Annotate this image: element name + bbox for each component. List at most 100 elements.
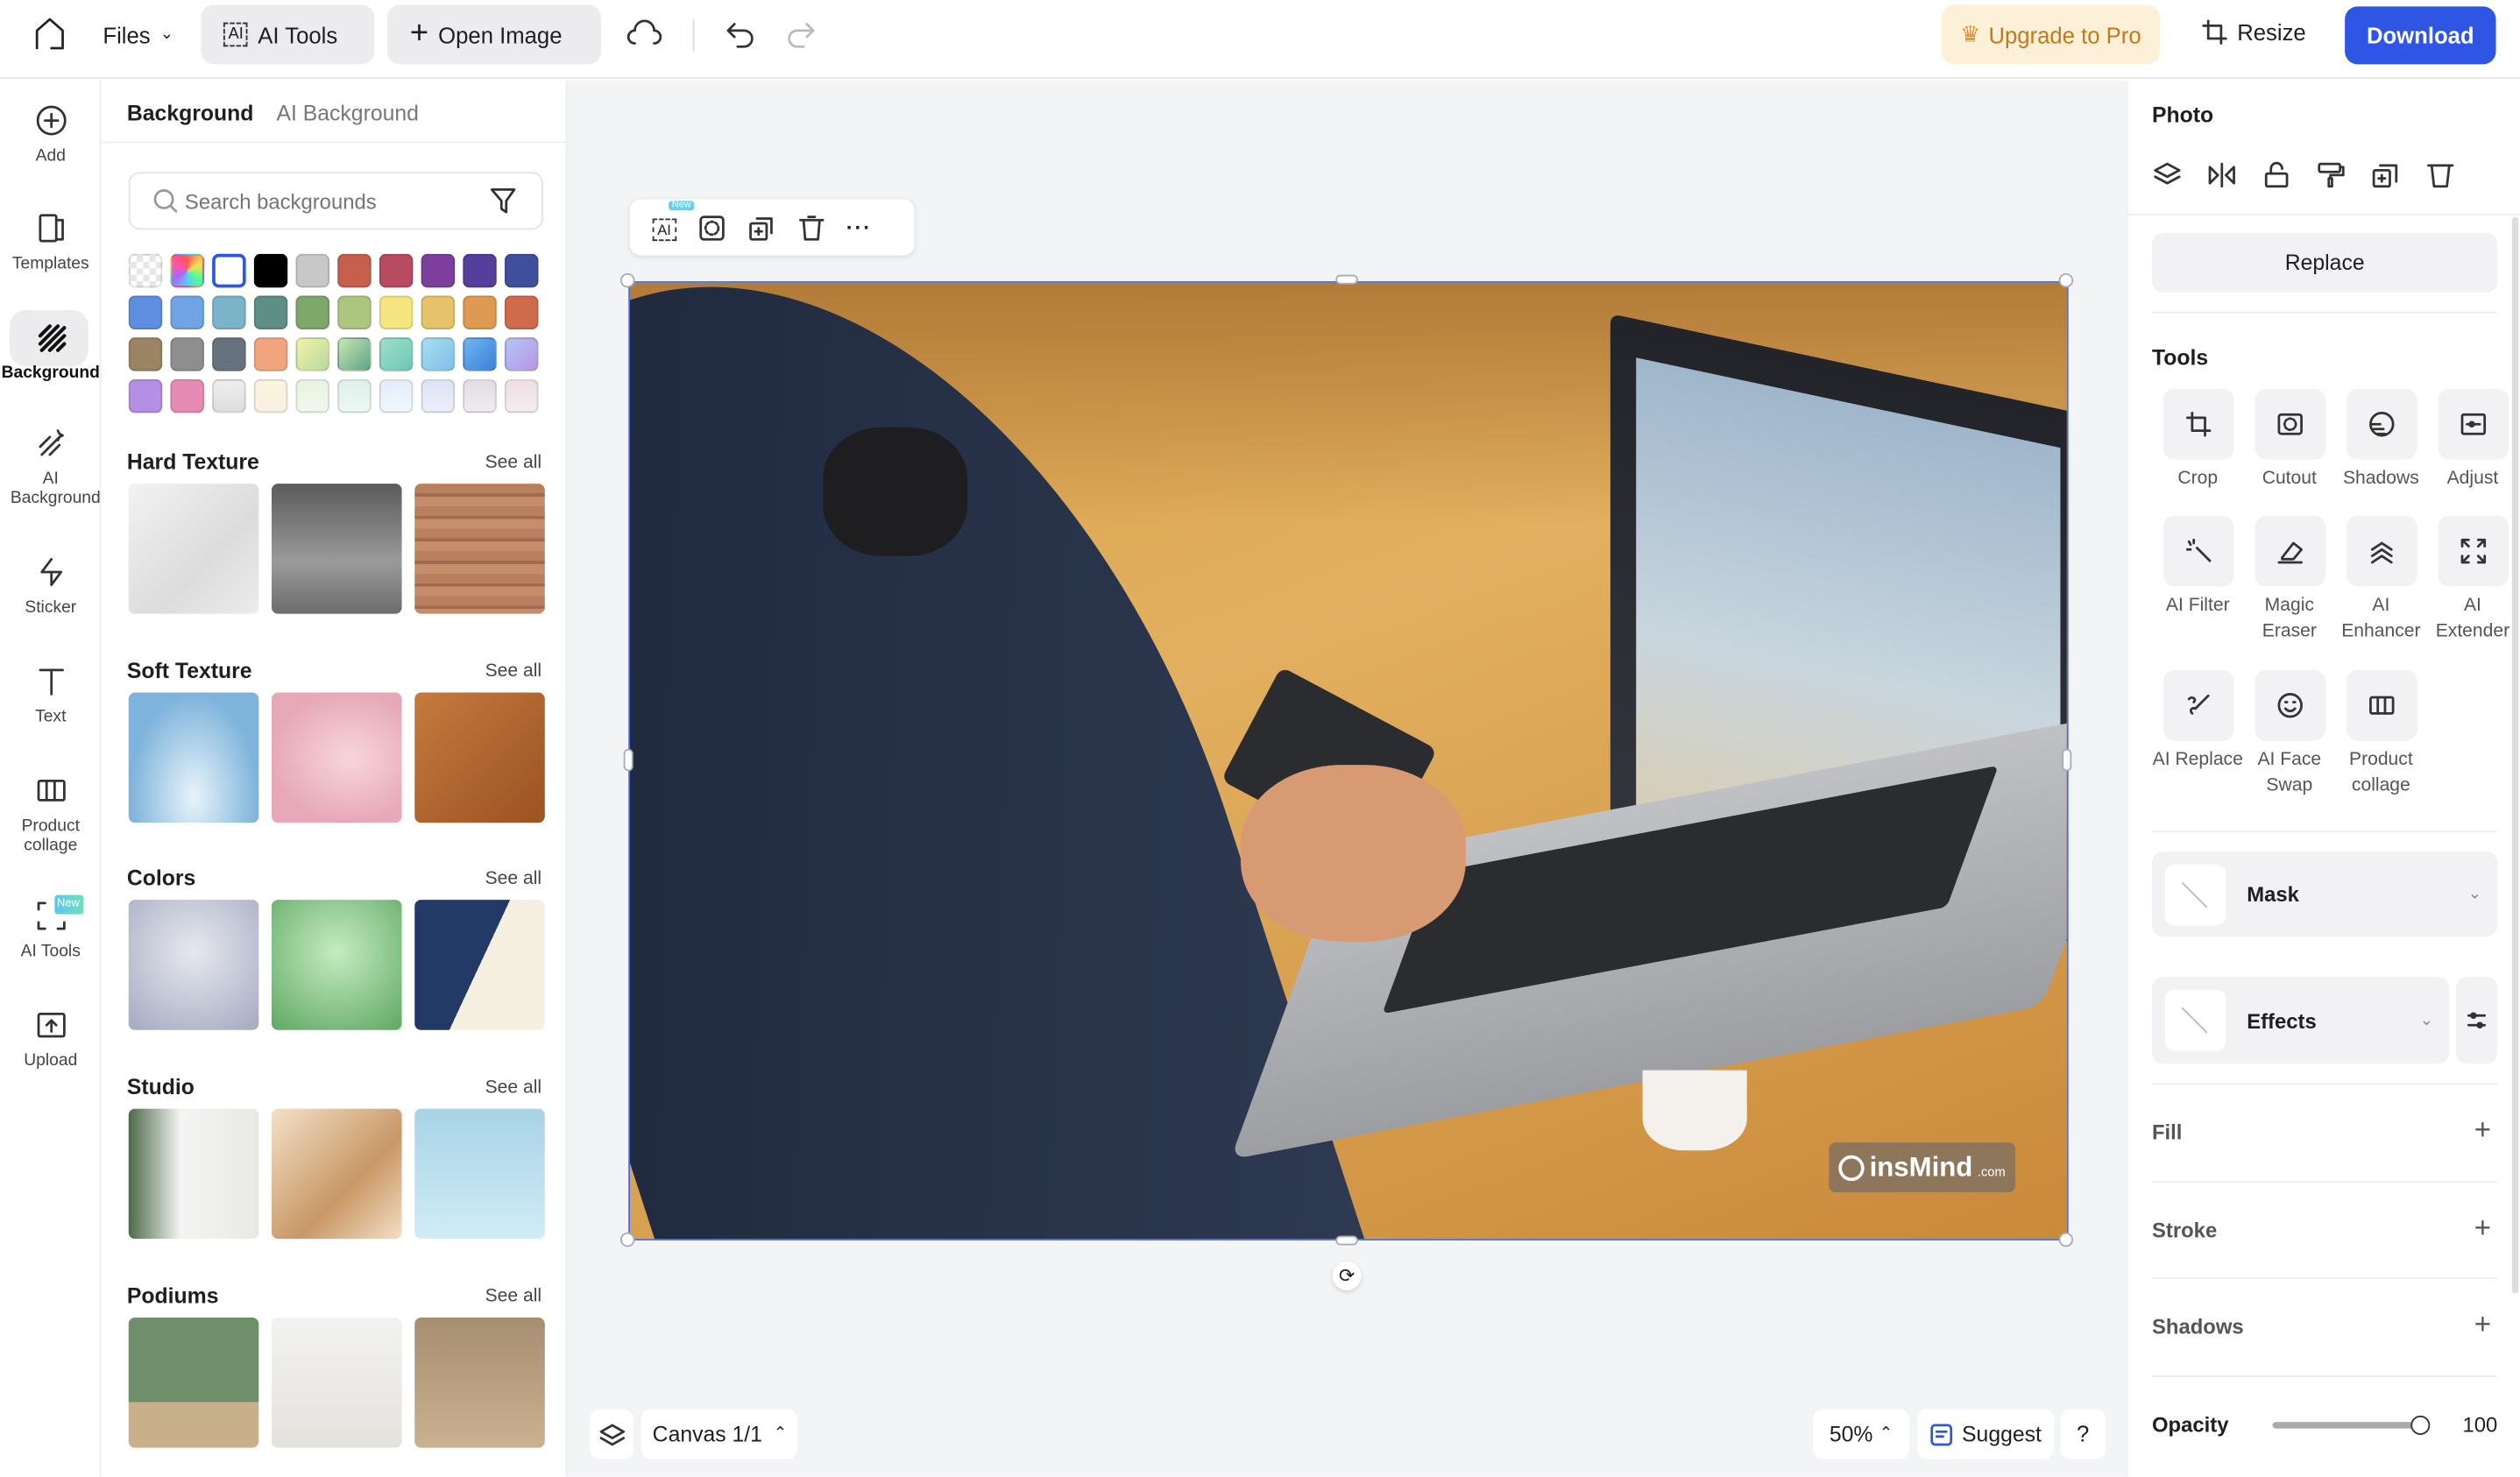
- background-tile[interactable]: [414, 1317, 545, 1448]
- layers-button[interactable]: [590, 1409, 634, 1459]
- background-tile[interactable]: [271, 900, 402, 1031]
- background-tile[interactable]: [414, 691, 545, 823]
- color-swatch[interactable]: [421, 253, 456, 288]
- color-swatch[interactable]: [295, 295, 330, 330]
- tool-ai-filter[interactable]: AI Filter: [2152, 515, 2244, 618]
- plus-icon[interactable]: +: [2474, 1212, 2491, 1246]
- see-all-link[interactable]: See all: [485, 453, 542, 472]
- rail-item-ai-tools[interactable]: New AI Tools: [0, 894, 102, 961]
- color-swatch[interactable]: [253, 295, 288, 330]
- color-swatch[interactable]: [337, 378, 372, 413]
- help-button[interactable]: ?: [2060, 1409, 2106, 1459]
- plus-icon[interactable]: +: [2474, 1308, 2491, 1342]
- cutout-icon[interactable]: [697, 213, 726, 242]
- scrollbar[interactable]: [2511, 216, 2519, 1294]
- color-swatch[interactable]: [128, 253, 163, 288]
- home-icon[interactable]: [32, 16, 67, 51]
- replace-button[interactable]: Replace: [2151, 232, 2498, 293]
- see-all-link[interactable]: See all: [485, 1287, 542, 1306]
- color-swatch[interactable]: [421, 337, 456, 371]
- see-all-link[interactable]: See all: [485, 870, 542, 889]
- background-tile[interactable]: [128, 484, 259, 614]
- open-image-button[interactable]: + Open Image: [387, 4, 601, 65]
- tool-cutout[interactable]: Cutout: [2244, 388, 2336, 491]
- color-swatch[interactable]: [295, 337, 330, 371]
- undo-icon[interactable]: [725, 18, 757, 50]
- color-swatch[interactable]: [212, 253, 246, 288]
- color-swatch[interactable]: [337, 337, 372, 371]
- files-menu[interactable]: Files ⌄: [103, 23, 173, 48]
- trash-icon[interactable]: [796, 213, 825, 242]
- layers-icon[interactable]: [2152, 160, 2183, 189]
- plus-icon[interactable]: +: [2474, 1113, 2491, 1148]
- rail-item-product-collage[interactable]: Product collage: [0, 774, 102, 855]
- redo-icon[interactable]: [784, 18, 817, 50]
- search-box[interactable]: [128, 172, 543, 230]
- selected-photo[interactable]: insMind .com: [628, 280, 2069, 1241]
- color-swatch[interactable]: [379, 253, 414, 288]
- effects-section[interactable]: Effects ⌄: [2151, 977, 2450, 1064]
- filter-icon[interactable]: [490, 187, 516, 216]
- tool-ai-extender[interactable]: AI Extender: [2427, 515, 2519, 645]
- color-swatch[interactable]: [463, 378, 497, 413]
- color-swatch[interactable]: [421, 378, 456, 413]
- background-tile[interactable]: [128, 1317, 259, 1448]
- rail-item-ai-background[interactable]: AI Background: [0, 428, 102, 508]
- flip-icon[interactable]: [2206, 160, 2237, 189]
- background-tile[interactable]: [414, 484, 545, 614]
- rail-item-templates[interactable]: Templates: [0, 212, 102, 273]
- tool-ai-face-swap[interactable]: AI Face Swap: [2244, 669, 2336, 799]
- background-tile[interactable]: [271, 691, 402, 823]
- see-all-link[interactable]: See all: [485, 1078, 542, 1098]
- resize-handle-tr[interactable]: [2058, 272, 2074, 288]
- color-swatch[interactable]: [504, 337, 539, 371]
- resize-handle-tl[interactable]: [620, 272, 635, 288]
- color-swatch[interactable]: [170, 378, 204, 413]
- download-button[interactable]: Download: [2345, 6, 2496, 65]
- suggest-button[interactable]: Suggest: [1917, 1409, 2055, 1459]
- background-tile[interactable]: [128, 900, 259, 1031]
- color-swatch[interactable]: [504, 295, 539, 330]
- opacity-slider[interactable]: [2272, 1415, 2431, 1435]
- background-tile[interactable]: [271, 1317, 402, 1448]
- resize-handle-top[interactable]: [1335, 274, 1358, 285]
- zoom-selector[interactable]: 50% ⌃: [1812, 1409, 1910, 1459]
- color-swatch[interactable]: [421, 295, 456, 330]
- rail-item-add[interactable]: Add: [0, 104, 102, 166]
- color-swatch[interactable]: [170, 295, 204, 330]
- color-swatch[interactable]: [504, 378, 539, 413]
- color-swatch[interactable]: [128, 295, 163, 330]
- rail-item-upload[interactable]: Upload: [0, 1009, 102, 1071]
- color-swatch[interactable]: [337, 253, 372, 288]
- color-swatch[interactable]: [212, 337, 246, 371]
- color-swatch[interactable]: [295, 253, 330, 288]
- tool-crop[interactable]: Crop: [2152, 388, 2244, 491]
- opacity-slider-thumb[interactable]: [2410, 1415, 2431, 1435]
- background-tile[interactable]: [414, 900, 545, 1031]
- see-all-link[interactable]: See all: [485, 661, 542, 681]
- mask-section[interactable]: Mask ⌄: [2151, 852, 2498, 937]
- resize-handle-left[interactable]: [623, 748, 634, 772]
- ai-tools-button[interactable]: AI New: [652, 201, 695, 242]
- rail-item-text[interactable]: Text: [0, 665, 102, 726]
- tool-adjust[interactable]: Adjust: [2427, 388, 2519, 491]
- rail-item-sticker[interactable]: Sticker: [0, 556, 102, 618]
- color-swatch[interactable]: [379, 378, 414, 413]
- shadows-row[interactable]: Shadows +: [2152, 1308, 2497, 1340]
- color-swatch[interactable]: [170, 253, 204, 288]
- background-tile[interactable]: [128, 1108, 259, 1240]
- trash-icon[interactable]: [2425, 160, 2456, 189]
- duplicate-icon[interactable]: [747, 213, 775, 242]
- fill-row[interactable]: Fill +: [2152, 1113, 2497, 1146]
- rail-item-background[interactable]: Background: [0, 322, 102, 383]
- stroke-row[interactable]: Stroke +: [2152, 1212, 2497, 1244]
- cloud-save-icon[interactable]: [626, 18, 662, 50]
- upgrade-button[interactable]: ♛ Upgrade to Pro: [1941, 4, 2161, 65]
- resize-handle-bl[interactable]: [620, 1232, 635, 1247]
- tab-background[interactable]: Background: [127, 102, 253, 126]
- color-swatch[interactable]: [463, 295, 497, 330]
- tool-ai-enhancer[interactable]: AI Enhancer: [2335, 515, 2427, 645]
- background-tile[interactable]: [414, 1108, 545, 1240]
- color-swatch[interactable]: [463, 337, 497, 371]
- color-swatch[interactable]: [337, 295, 372, 330]
